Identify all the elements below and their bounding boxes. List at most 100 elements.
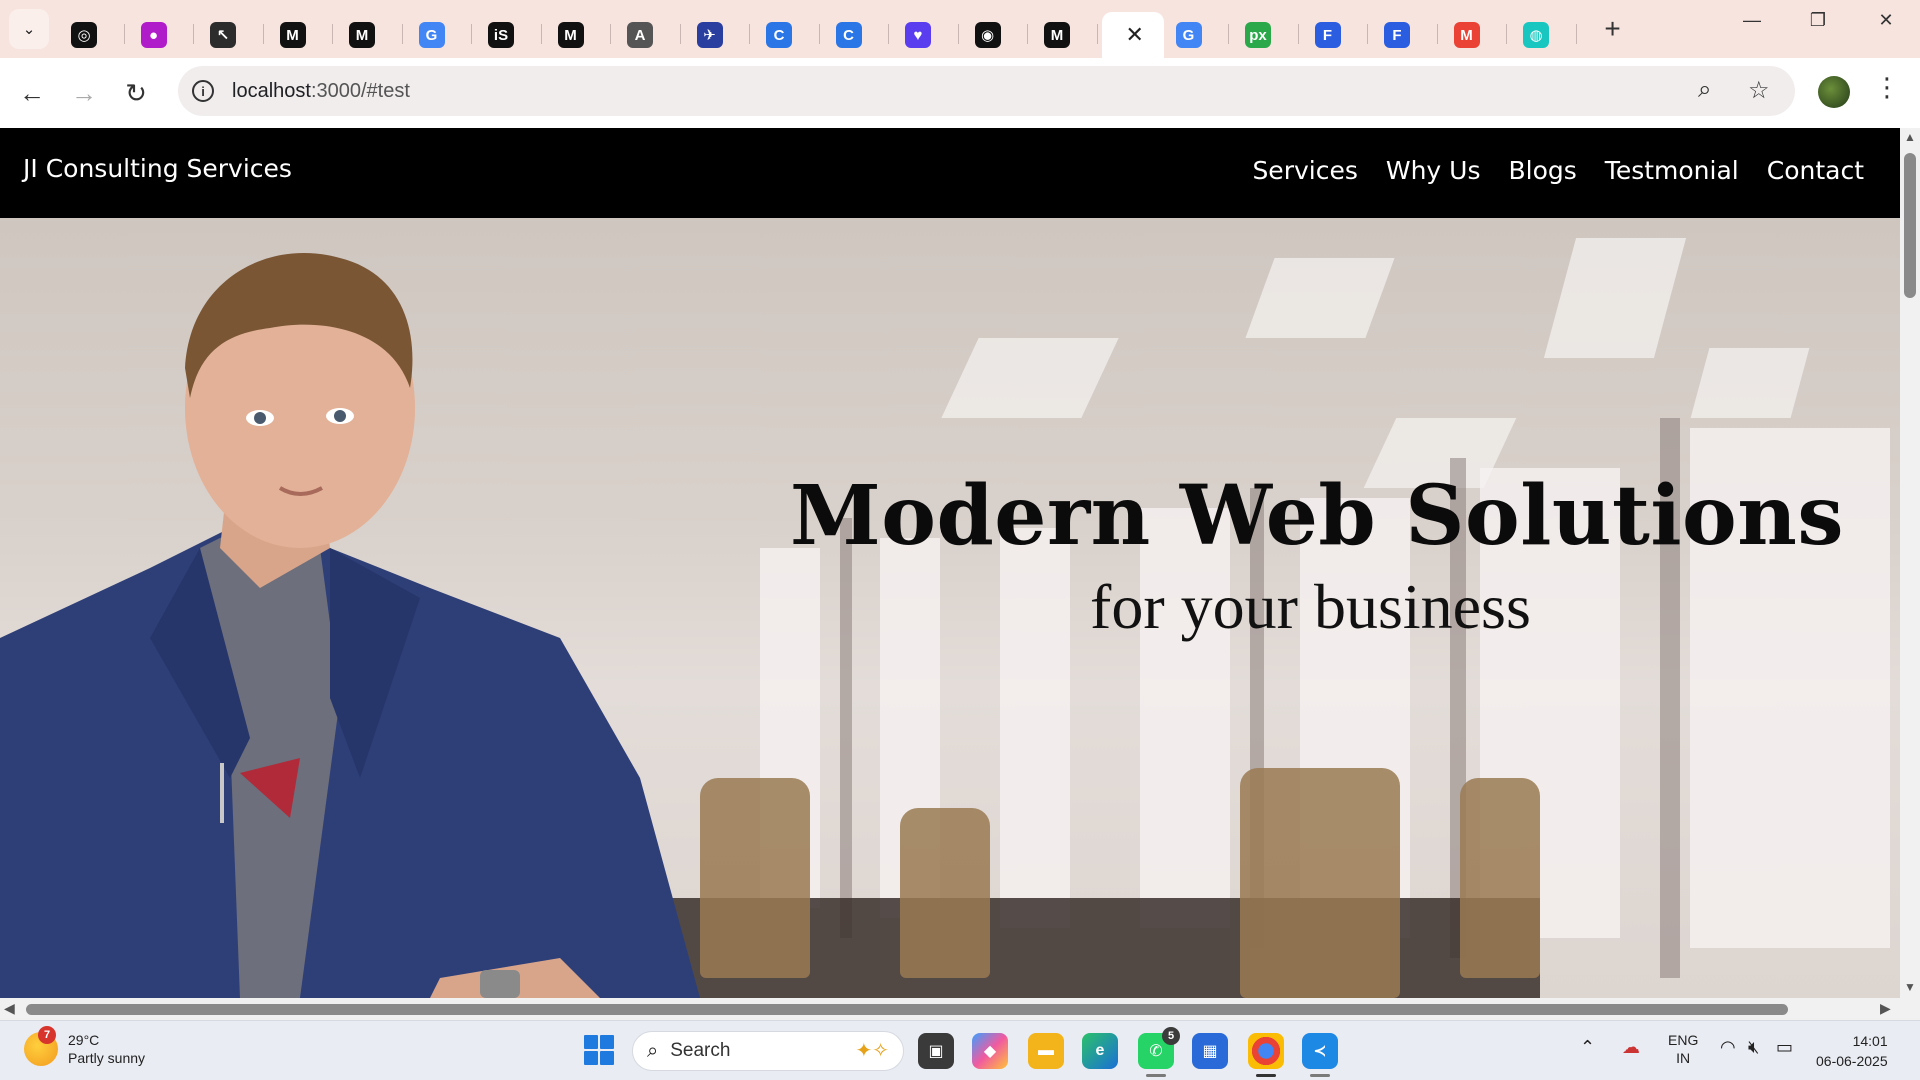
tab-search-button[interactable]: ⌄: [9, 9, 49, 49]
browser-tab[interactable]: G: [407, 12, 477, 58]
vertical-scrollbar[interactable]: ▲ ▼: [1900, 128, 1920, 998]
scroll-down-arrow-icon[interactable]: ▼: [1904, 980, 1916, 994]
clock[interactable]: 14:01 06-06-2025: [1816, 1031, 1888, 1071]
horizontal-scroll-thumb[interactable]: [26, 1004, 1788, 1015]
hero-section: Modern Web Solutions for your business: [0, 218, 1900, 998]
tab-separator: [1575, 24, 1577, 44]
battery-icon[interactable]: ▭: [1776, 1037, 1793, 1058]
tab-separator: [888, 24, 889, 44]
site-brand[interactable]: JI Consulting Services: [23, 154, 292, 183]
gmail-icon: M: [1453, 22, 1480, 48]
address-bar[interactable]: i localhost:3000/#test ⌕ ☆: [178, 66, 1795, 116]
browser-tab[interactable]: M: [268, 12, 338, 58]
nav-link-contact[interactable]: Contact: [1767, 156, 1864, 185]
browser-tab[interactable]: ●: [129, 12, 199, 58]
browser-tab-active[interactable]: ✕: [1101, 12, 1164, 58]
scroll-left-arrow-icon[interactable]: ◀: [4, 1000, 15, 1017]
onedrive-error-icon[interactable]: ☁: [1622, 1037, 1640, 1058]
tab-separator: [1027, 24, 1028, 44]
google-icon-2: G: [1175, 22, 1202, 48]
copilot-icon[interactable]: ◆: [972, 1033, 1008, 1069]
back-button[interactable]: ←: [6, 67, 58, 119]
browser-tab[interactable]: A: [615, 12, 685, 58]
browser-tab[interactable]: ◍: [1511, 12, 1581, 58]
hero-title: Modern Web Solutions: [790, 468, 1844, 564]
browser-menu-icon[interactable]: ⋮: [1874, 72, 1900, 103]
chevron-down-icon: ⌄: [22, 21, 36, 38]
scroll-right-arrow-icon[interactable]: ▶: [1880, 1000, 1891, 1017]
nav-link-blogs[interactable]: Blogs: [1509, 156, 1577, 185]
start-button[interactable]: [584, 1035, 614, 1065]
language-indicator[interactable]: ENG IN: [1668, 1031, 1698, 1067]
url-path: :3000/#test: [310, 79, 410, 102]
bookmark-star-icon[interactable]: ☆: [1748, 76, 1770, 105]
browser-tab[interactable]: ◉: [963, 12, 1033, 58]
reload-button[interactable]: ↻: [110, 67, 162, 119]
site-info-icon[interactable]: i: [192, 80, 214, 102]
close-window-button[interactable]: ✕: [1866, 10, 1906, 31]
task-view-icon[interactable]: ▣: [918, 1033, 954, 1069]
cursor-app-icon: ↖: [210, 22, 236, 48]
vscode-icon[interactable]: ≺: [1302, 1033, 1338, 1077]
scroll-up-arrow-icon[interactable]: ▲: [1904, 130, 1916, 144]
browser-tab[interactable]: C: [824, 12, 894, 58]
restore-button[interactable]: ❐: [1798, 10, 1838, 31]
medium-icon: M: [279, 22, 306, 48]
nav-link-why-us[interactable]: Why Us: [1386, 156, 1481, 185]
taskbar-search[interactable]: ⌕ Search ✦✧: [632, 1031, 904, 1071]
browser-tab[interactable]: ✈: [685, 12, 755, 58]
tab-separator: [332, 24, 333, 44]
browser-tab[interactable]: M: [337, 12, 407, 58]
file-explorer-icon[interactable]: ▬: [1028, 1033, 1064, 1069]
browser-tab[interactable]: iS: [476, 12, 546, 58]
site-nav-links: Services Why Us Blogs Testmonial Contact: [1252, 156, 1864, 185]
browser-tab[interactable]: ♥: [893, 12, 963, 58]
ms-store-icon[interactable]: ▦: [1192, 1033, 1228, 1069]
new-tab-button[interactable]: +: [1595, 13, 1631, 45]
whatsapp-badge: 5: [1162, 1027, 1180, 1045]
edge-icon[interactable]: e: [1082, 1033, 1118, 1069]
browser-tab[interactable]: px: [1233, 12, 1303, 58]
browser-tab[interactable]: ◎: [59, 12, 129, 58]
tab-separator: [471, 24, 472, 44]
browser-tab[interactable]: F: [1372, 12, 1442, 58]
weather-widget[interactable]: 7 29°C Partly sunny: [24, 1026, 145, 1067]
language-code: ENG: [1668, 1032, 1699, 1048]
profile-avatar[interactable]: [1818, 76, 1850, 108]
tab-separator: [123, 24, 125, 44]
medium-icon-3: M: [1044, 22, 1070, 48]
google-icon: G: [418, 22, 445, 48]
show-hidden-icons-chevron-icon[interactable]: ⌃: [1580, 1037, 1595, 1058]
whatsapp-icon[interactable]: ✆ 5: [1138, 1027, 1180, 1077]
browser-tab[interactable]: C: [754, 12, 824, 58]
tab-separator: [1436, 24, 1438, 44]
a-icon: A: [627, 22, 653, 48]
tab-separator: [1367, 24, 1368, 44]
reload-icon: ↻: [125, 77, 147, 108]
horizontal-scrollbar[interactable]: ◀ ▶: [0, 998, 1920, 1020]
forward-button[interactable]: →: [58, 67, 110, 119]
tab-separator: [610, 24, 611, 44]
browser-tab[interactable]: M: [1032, 12, 1102, 58]
nav-link-services[interactable]: Services: [1252, 156, 1357, 185]
tab-separator: [1096, 24, 1098, 44]
openai-icon: ◎: [71, 22, 97, 48]
volume-muted-icon[interactable]: 🔇︎: [1748, 1037, 1759, 1058]
browser-tab[interactable]: M: [1442, 12, 1512, 58]
close-tab-icon[interactable]: ✕: [1126, 22, 1144, 48]
is-icon: iS: [488, 22, 514, 48]
browser-tab[interactable]: G: [1164, 12, 1234, 58]
url-text[interactable]: localhost:3000/#test: [232, 80, 410, 103]
browser-tab[interactable]: F: [1303, 12, 1373, 58]
nav-link-testimonial[interactable]: Testmonial: [1605, 156, 1739, 185]
tab-separator: [401, 24, 403, 44]
tab-separator: [749, 24, 750, 44]
zoom-icon[interactable]: ⌕: [1698, 76, 1711, 104]
minimize-button[interactable]: —: [1732, 10, 1772, 31]
browser-tab[interactable]: ↖: [198, 12, 268, 58]
medium-icon-2: M: [557, 22, 584, 48]
chrome-icon[interactable]: [1248, 1033, 1284, 1077]
vertical-scroll-thumb[interactable]: [1904, 153, 1916, 298]
wifi-icon[interactable]: ◠: [1720, 1037, 1736, 1058]
browser-tab[interactable]: M: [546, 12, 616, 58]
